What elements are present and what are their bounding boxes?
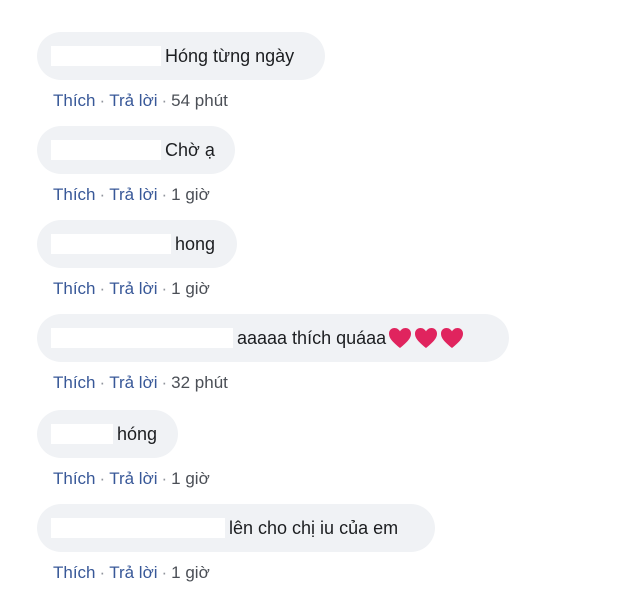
like-button[interactable]: Thích: [53, 563, 96, 582]
separator: ·: [161, 469, 168, 488]
reply-button[interactable]: Trả lời: [109, 373, 157, 392]
reply-button[interactable]: Trả lời: [109, 563, 157, 582]
emoji-group: [387, 326, 465, 350]
comment: aaaaa thích quáaa Thích · Trả lời · 32 phút: [37, 314, 509, 393]
comment-text: hong: [175, 233, 216, 254]
separator: ·: [99, 469, 106, 488]
comment-actions: Thích · Trả lời · 1 giờ: [53, 279, 237, 299]
comment-timestamp: 1 giờ: [171, 469, 210, 488]
like-button[interactable]: Thích: [53, 469, 96, 488]
comment-timestamp: 1 giờ: [171, 279, 210, 298]
comment-timestamp: 1 giờ: [171, 563, 210, 582]
comment-bubble[interactable]: Hóng từng ngày: [37, 32, 325, 80]
reply-button[interactable]: Trả lời: [109, 91, 157, 110]
like-button[interactable]: Thích: [53, 185, 96, 204]
reply-button[interactable]: Trả lời: [109, 469, 157, 488]
like-button[interactable]: Thích: [53, 373, 96, 392]
redacted-author-name: [51, 424, 113, 444]
comment-actions: Thích · Trả lời · 54 phút: [53, 91, 325, 111]
redacted-author-name: [51, 518, 225, 538]
comment-text: aaaaa thích quáaa: [237, 327, 387, 348]
separator: ·: [161, 91, 168, 110]
comment: hong Thích · Trả lời · 1 giờ: [37, 220, 237, 299]
like-button[interactable]: Thích: [53, 279, 96, 298]
comment: lên cho chị iu của em Thích · Trả lời · 1 gi…: [37, 504, 435, 583]
separator: ·: [99, 91, 106, 110]
heart-icon: [415, 328, 438, 348]
comment-bubble[interactable]: aaaaa thích quáaa: [37, 314, 509, 362]
comment-timestamp: 54 phút: [171, 91, 228, 110]
redacted-author-name: [51, 140, 161, 160]
separator: ·: [99, 279, 106, 298]
comment: Hóng từng ngày Thích · Trả lời · 54 phút: [37, 32, 325, 111]
like-button[interactable]: Thích: [53, 91, 96, 110]
redacted-author-name: [51, 328, 233, 348]
comment-actions: Thích · Trả lời · 1 giờ: [53, 469, 210, 489]
comment-bubble[interactable]: lên cho chị iu của em: [37, 504, 435, 552]
reply-button[interactable]: Trả lời: [109, 185, 157, 204]
comment: hóng Thích · Trả lời · 1 giờ: [37, 410, 210, 489]
heart-icon: [441, 328, 464, 348]
comment-actions: Thích · Trả lời · 1 giờ: [53, 563, 435, 583]
separator: ·: [161, 185, 168, 204]
separator: ·: [161, 279, 168, 298]
redacted-author-name: [51, 46, 161, 66]
comment-bubble[interactable]: hóng: [37, 410, 178, 458]
comment-actions: Thích · Trả lời · 1 giờ: [53, 185, 235, 205]
comment-timestamp: 32 phút: [171, 373, 228, 392]
comment-actions: Thích · Trả lời · 32 phút: [53, 373, 509, 393]
separator: ·: [161, 563, 168, 582]
separator: ·: [99, 373, 106, 392]
comment-text: Chờ ạ: [165, 139, 215, 160]
comment-bubble[interactable]: hong: [37, 220, 237, 268]
comment-timestamp: 1 giờ: [171, 185, 210, 204]
comment-text: Hóng từng ngày: [165, 45, 295, 66]
heart-icon: [389, 328, 412, 348]
comment-text: lên cho chị iu của em: [229, 517, 399, 538]
reply-button[interactable]: Trả lời: [109, 279, 157, 298]
separator: ·: [99, 563, 106, 582]
redacted-author-name: [51, 234, 171, 254]
separator: ·: [161, 373, 168, 392]
comment: Chờ ạ Thích · Trả lời · 1 giờ: [37, 126, 235, 205]
comment-bubble[interactable]: Chờ ạ: [37, 126, 235, 174]
comment-text: hóng: [117, 423, 158, 444]
separator: ·: [99, 185, 106, 204]
